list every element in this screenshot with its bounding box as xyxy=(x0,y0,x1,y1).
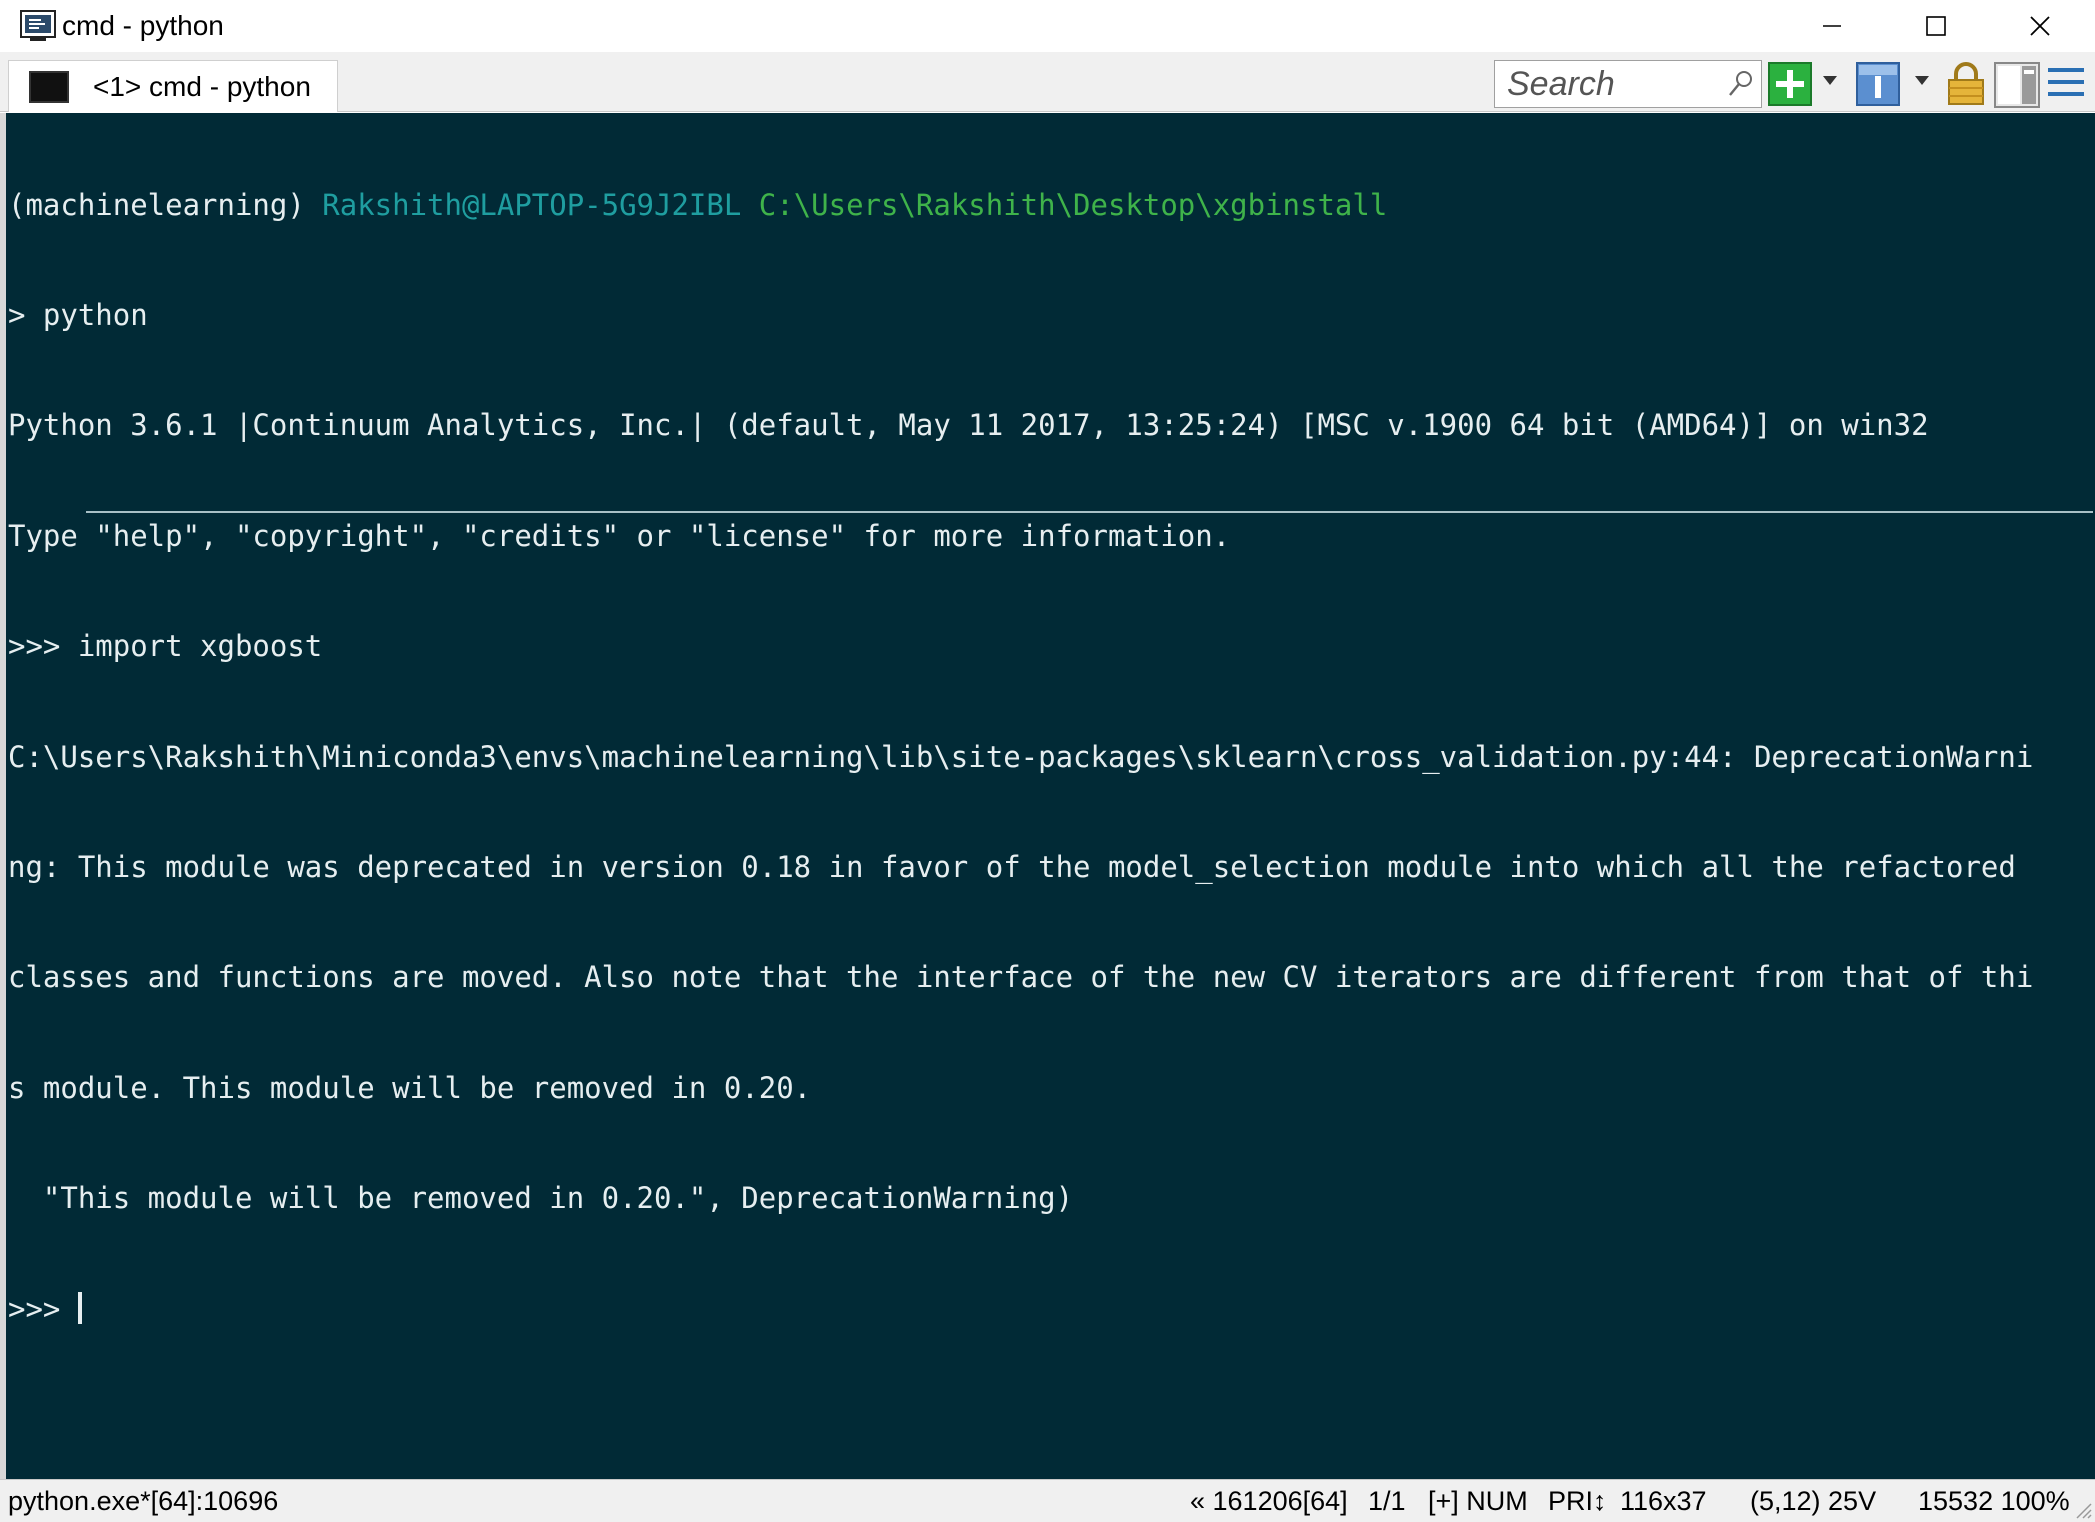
close-button[interactable] xyxy=(1988,0,2092,52)
status-cursor-pos[interactable]: (5,12) 25V xyxy=(1750,1485,1876,1517)
new-console-dropdown[interactable] xyxy=(1822,74,1838,86)
maximize-icon xyxy=(1926,16,1946,36)
terminal-output: (machinelearning) Rakshith@LAPTOP-5G9J2I… xyxy=(8,113,2095,1401)
status-console-index[interactable]: 1/1 xyxy=(1368,1485,1406,1517)
terminal-line: classes and functions are moved. Also no… xyxy=(8,960,2034,995)
new-console-button[interactable] xyxy=(1768,62,1812,106)
terminal-line: >>> import xgboost xyxy=(8,629,323,664)
status-size[interactable]: 116x37 xyxy=(1620,1485,1707,1517)
terminal-line: Type "help", "copyright", "credits" or "… xyxy=(8,518,1231,553)
menu-button[interactable] xyxy=(2046,62,2086,102)
lock-button[interactable] xyxy=(1946,62,1986,106)
terminal-line: C:\Users\Rakshith\Miniconda3\envs\machin… xyxy=(8,739,2034,774)
split-view-icon xyxy=(1994,62,2040,108)
terminal-line: > python xyxy=(8,297,148,332)
search-input[interactable] xyxy=(1495,62,1715,106)
lock-icon xyxy=(1948,62,1984,105)
close-icon xyxy=(2030,16,2050,36)
chevron-down-icon xyxy=(1915,76,1929,85)
maximize-button[interactable] xyxy=(1884,0,1988,52)
tab-bar: <1> cmd - python xyxy=(0,52,2095,112)
info-icon xyxy=(1856,62,1900,106)
minimize-icon xyxy=(1823,25,1841,27)
minimize-button[interactable] xyxy=(1780,0,1884,52)
terminal-line: ng: This module was deprecated in versio… xyxy=(8,849,2016,884)
status-zoom[interactable]: 15532 100% xyxy=(1918,1485,2070,1517)
status-bar: python.exe*[64]:10696 « 161206[64] 1/1 [… xyxy=(0,1479,2095,1522)
resize-grip-icon[interactable] xyxy=(2071,1498,2093,1520)
tab-label: <1> cmd - python xyxy=(93,70,311,102)
tab-cmd-python[interactable]: <1> cmd - python xyxy=(8,60,338,112)
terminal-console[interactable]: (machinelearning) Rakshith@LAPTOP-5G9J2I… xyxy=(0,113,2095,1479)
title-bar[interactable]: cmd - python xyxy=(0,0,2095,52)
status-mode[interactable]: [+] NUM xyxy=(1428,1485,1528,1517)
input-line[interactable]: >>> xyxy=(8,1291,2095,1328)
chevron-down-icon xyxy=(1823,76,1837,85)
info-dropdown[interactable] xyxy=(1914,74,1930,86)
terminal-line: "This module will be removed in 0.20.", … xyxy=(8,1181,1074,1216)
prompt-line: (machinelearning) Rakshith@LAPTOP-5G9J2I… xyxy=(8,187,2095,224)
window-title: cmd - python xyxy=(62,10,224,41)
status-process[interactable]: python.exe*[64]:10696 xyxy=(8,1485,278,1517)
prompt-env: (machinelearning) xyxy=(8,187,323,222)
split-view-button[interactable] xyxy=(1994,62,2040,108)
python-prompt: >>> xyxy=(8,1291,78,1326)
terminal-line: Python 3.6.1 |Continuum Analytics, Inc.|… xyxy=(8,408,1929,443)
current-line-underline xyxy=(86,511,2093,513)
plus-icon xyxy=(1768,62,1812,106)
search-icon xyxy=(1729,71,1752,96)
console-app-icon xyxy=(20,10,56,41)
prompt-user: Rakshith@LAPTOP-5G9J2IBL xyxy=(322,187,742,222)
status-priority[interactable]: PRI↕ xyxy=(1548,1485,1607,1517)
terminal-line: s module. This module will be removed in… xyxy=(8,1070,812,1105)
text-cursor xyxy=(77,1291,82,1324)
console-tab-icon xyxy=(29,70,69,103)
status-info[interactable]: « 161206[64] xyxy=(1190,1485,1348,1517)
info-button[interactable] xyxy=(1856,62,1900,106)
hamburger-menu-icon xyxy=(2048,68,2084,96)
search-box[interactable] xyxy=(1494,60,1762,108)
prompt-path: C:\Users\Rakshith\Desktop\xgbinstall xyxy=(741,187,1388,222)
